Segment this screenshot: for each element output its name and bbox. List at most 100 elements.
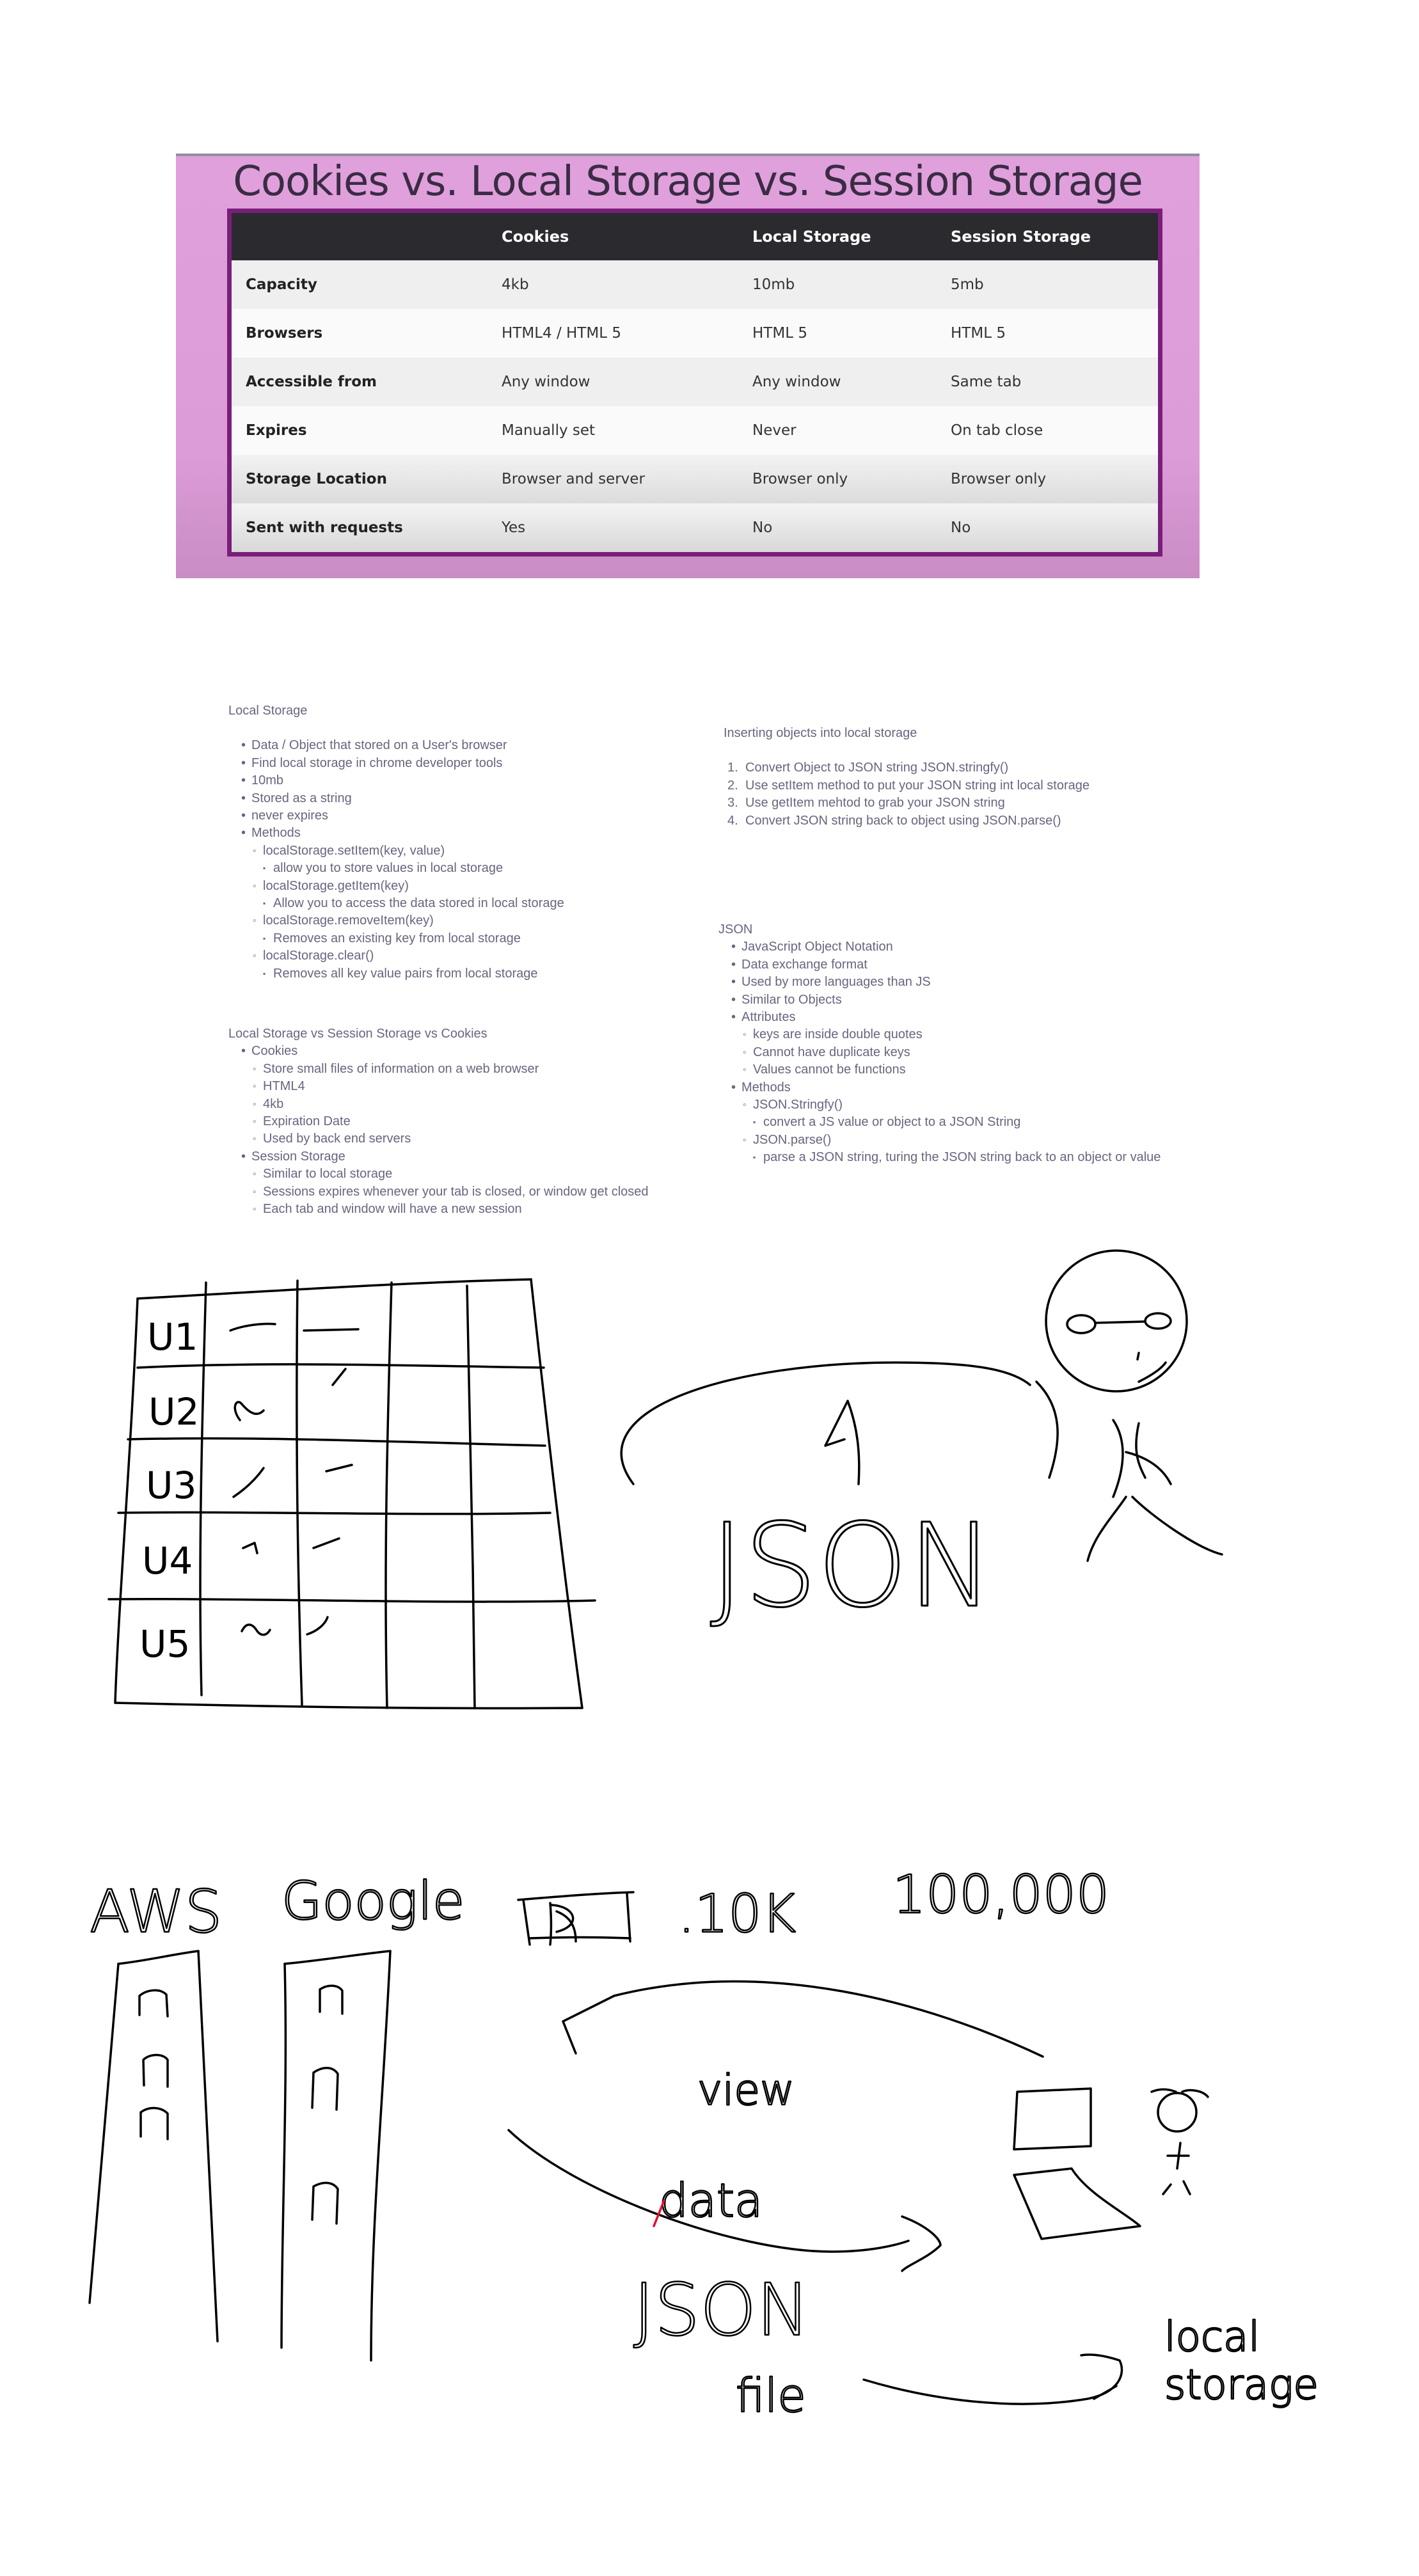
sketch-json-table: U1 U2 U3 U4 U5 JSON	[107, 1249, 1223, 1710]
list-item: Each tab and window will have a new sess…	[228, 1201, 649, 1219]
list-item: Removes all key value pairs from local s…	[228, 965, 564, 983]
table-header: Session Storage	[937, 210, 1161, 260]
list-item: Attributes	[718, 1009, 1161, 1027]
list-item: Similar to local storage	[228, 1166, 649, 1183]
table-row: Sent with requests Yes No No	[229, 503, 1161, 555]
notes-heading: Local Storage	[228, 704, 308, 718]
return-arrow	[562, 1980, 1044, 2058]
table-cell: 10mb	[738, 260, 937, 309]
list-item: Removes an existing key from local stora…	[228, 930, 564, 948]
table-cell: Same tab	[937, 358, 1161, 406]
json-label: JSON	[633, 2269, 810, 2352]
notes-heading: Inserting objects into local storage	[724, 726, 917, 740]
table-cell: HTML 5	[937, 309, 1161, 358]
laptop-icon	[1013, 2087, 1141, 2240]
compare-list: Cookies Store small files of information…	[228, 1043, 649, 1218]
list-item: convert a JS value or object to a JSON S…	[718, 1114, 1161, 1132]
row-label: U2	[148, 1390, 199, 1434]
table-cell: HTML4 / HTML 5	[488, 309, 738, 358]
list-item: 3. Use getItem mehtod to grab your JSON s…	[727, 796, 1005, 810]
database-icon	[517, 1891, 635, 1946]
list-item: Find local storage in chrome developer t…	[228, 755, 564, 773]
list-item: JSON.Stringfy()	[718, 1096, 1161, 1114]
table-row: Browsers HTML4 / HTML 5 HTML 5 HTML 5	[229, 309, 1161, 358]
table-header	[229, 210, 488, 260]
table-cell: 5mb	[937, 260, 1161, 309]
notes-heading: JSON	[718, 922, 753, 936]
list-item: 1. Convert Object to JSON string JSON.str…	[727, 761, 1009, 775]
json-word: JSON	[710, 1499, 994, 1633]
table-cell: Browser only	[738, 455, 937, 503]
compare-notes: Local Storage vs Session Storage vs Cook…	[228, 1025, 649, 1219]
google-label: Google	[281, 1871, 464, 1932]
list-item: JavaScript Object Notation	[718, 938, 1161, 956]
list-item: Similar to Objects	[718, 992, 1161, 1009]
list-item: JSON.parse()	[718, 1132, 1161, 1150]
100000-label: 100,000	[892, 1865, 1109, 1925]
table-row: Capacity 4kb 10mb 5mb	[229, 260, 1161, 309]
list-item: 10mb	[228, 772, 564, 790]
server-towers	[88, 1950, 392, 2362]
json-list: JavaScript Object Notation Data exchange…	[718, 938, 1161, 1167]
row-label: U1	[147, 1315, 198, 1359]
row-header: Capacity	[229, 260, 488, 309]
storage-label: storage	[1164, 2362, 1319, 2409]
notes-heading: Local Storage vs Session Storage vs Cook…	[228, 1027, 488, 1041]
list-item: localStorage.removeItem(key)	[228, 912, 564, 930]
list-item: 2. Use setItem method to put your JSON st…	[727, 778, 1090, 793]
list-item: Cookies	[228, 1043, 649, 1061]
table-cell: Yes	[488, 503, 738, 555]
table-row: Storage Location Browser and server Brow…	[229, 455, 1161, 503]
local-storage-notes: Local Storage Data / Object that stored …	[228, 702, 564, 983]
aws-label: AWS	[90, 1877, 222, 1946]
arc-arrow	[620, 1361, 1031, 1485]
list-item: localStorage.setItem(key, value)	[228, 842, 564, 860]
row-header: Browsers	[229, 309, 488, 358]
list-item: Stored as a string	[228, 790, 564, 808]
notes-list: Data / Object that stored on a User's br…	[228, 737, 564, 983]
list-item: Data / Object that stored on a User's br…	[228, 737, 564, 755]
table-cell: Browser only	[937, 455, 1161, 503]
list-item: localStorage.getItem(key)	[228, 878, 564, 896]
table-header-row: Cookies Local Storage Session Storage	[229, 210, 1161, 260]
list-item: Methods	[718, 1079, 1161, 1097]
list-item: Data exchange format	[718, 956, 1161, 974]
table-cell: Manually set	[488, 406, 738, 455]
list-item: Allow you to access the data stored in l…	[228, 895, 564, 913]
table-cell: No	[937, 503, 1161, 555]
steps-list: 1. Convert Object to JSON string JSON.str…	[724, 759, 1090, 830]
list-item: Sessions expires whenever your tab is cl…	[228, 1183, 649, 1201]
table-header: Cookies	[488, 210, 738, 260]
table-cell: Never	[738, 406, 937, 455]
list-item: Used by more languages than JS	[718, 974, 1161, 992]
view-label: view	[697, 2066, 795, 2115]
row-label: U3	[146, 1464, 196, 1507]
table-row: Expires Manually set Never On tab close	[229, 406, 1161, 455]
list-item: Used by back end servers	[228, 1130, 649, 1148]
inserting-notes: Inserting objects into local storage 1. C…	[724, 725, 1090, 830]
row-header: Storage Location	[229, 455, 488, 503]
list-item: keys are inside double quotes	[718, 1026, 1161, 1044]
table-cell: HTML 5	[738, 309, 937, 358]
row-header: Expires	[229, 406, 488, 455]
list-item: Values cannot be functions	[718, 1061, 1161, 1079]
banner-title: Cookies vs. Local Storage vs. Session St…	[233, 158, 1143, 205]
stick-figure	[1035, 1249, 1223, 1562]
file-arrow	[862, 2353, 1123, 2405]
row-label: U5	[139, 1622, 190, 1666]
table-cell: On tab close	[937, 406, 1161, 455]
comparison-table: Cookies Local Storage Session Storage Ca…	[227, 209, 1162, 557]
data-label: data	[659, 2174, 763, 2227]
table-cell: No	[738, 503, 937, 555]
table-cell: Browser and server	[488, 455, 738, 503]
list-item: Session Storage	[228, 1148, 649, 1166]
list-item: 4. Convert JSON string back to object usi…	[727, 813, 1061, 828]
row-header: Sent with requests	[229, 503, 488, 555]
table-header: Local Storage	[738, 210, 937, 260]
json-notes: JSON JavaScript Object Notation Data exc…	[718, 921, 1161, 1167]
sketch-architecture: AWS Google .10K 100,000 view data JSON f…	[88, 1864, 1319, 2423]
file-label: file	[736, 2369, 806, 2422]
table-cell: 4kb	[488, 260, 738, 309]
comparison-banner: Cookies vs. Local Storage vs. Session St…	[176, 154, 1200, 578]
10k-label: .10K	[678, 1884, 796, 1945]
